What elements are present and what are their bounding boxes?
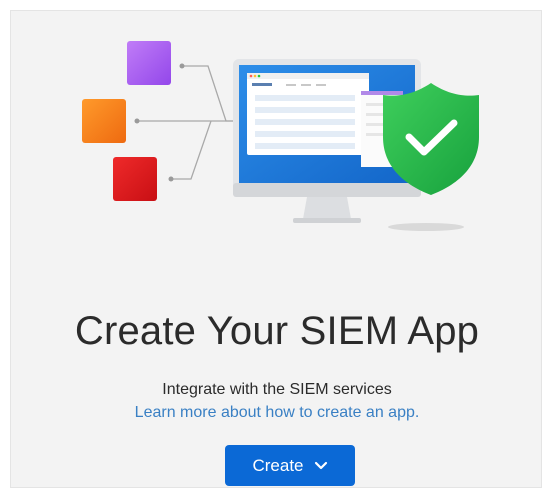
create-button-label: Create (252, 455, 304, 475)
page-title: Create Your SIEM App (74, 309, 480, 353)
page-subtitle: Integrate with the SIEM services (162, 381, 392, 398)
siem-illustration (82, 41, 479, 231)
create-app-panel: Create Your SIEM App Integrate with the … (10, 10, 542, 488)
chevron-down-icon (314, 461, 327, 469)
learn-more-link[interactable]: Learn more about how to create an app. (11, 404, 543, 422)
orange-square-icon (82, 99, 126, 143)
create-button[interactable]: Create (225, 445, 355, 486)
purple-square-icon (127, 41, 171, 85)
red-square-icon (113, 157, 157, 201)
